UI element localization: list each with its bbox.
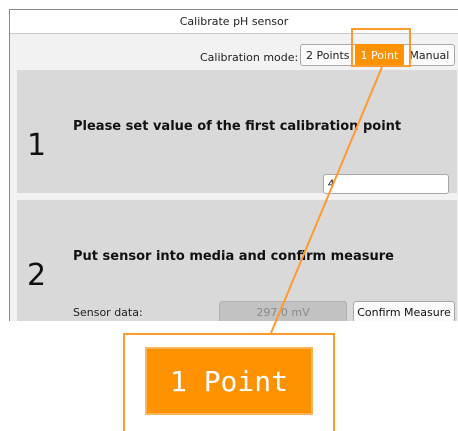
mode-2-points-button[interactable]: 2 Points <box>300 44 356 66</box>
highlight-box <box>351 28 411 67</box>
step-1-number: 1 <box>27 128 47 163</box>
zoomed-1-point-button: 1 Point <box>145 347 313 415</box>
step-2-panel: 2 Put sensor into media and confirm meas… <box>17 200 457 321</box>
sensor-data-label: Sensor data: <box>73 306 143 319</box>
confirm-measure-button[interactable]: Confirm Measure <box>353 301 455 321</box>
zoom-callout: 1 Point <box>123 333 335 431</box>
step-1-title: Please set value of the first calibratio… <box>73 119 402 134</box>
step-2-number: 2 <box>27 258 47 293</box>
step-2-title: Put sensor into media and confirm measur… <box>73 249 394 264</box>
step-1-panel: 1 Please set value of the first calibrat… <box>17 70 457 194</box>
mode-manual-button[interactable]: Manual <box>403 44 456 66</box>
calibration-mode-label: Calibration mode: <box>200 51 299 64</box>
sensor-data-field: 297.0 mV <box>219 301 347 321</box>
calibration-point-input[interactable] <box>323 174 449 194</box>
